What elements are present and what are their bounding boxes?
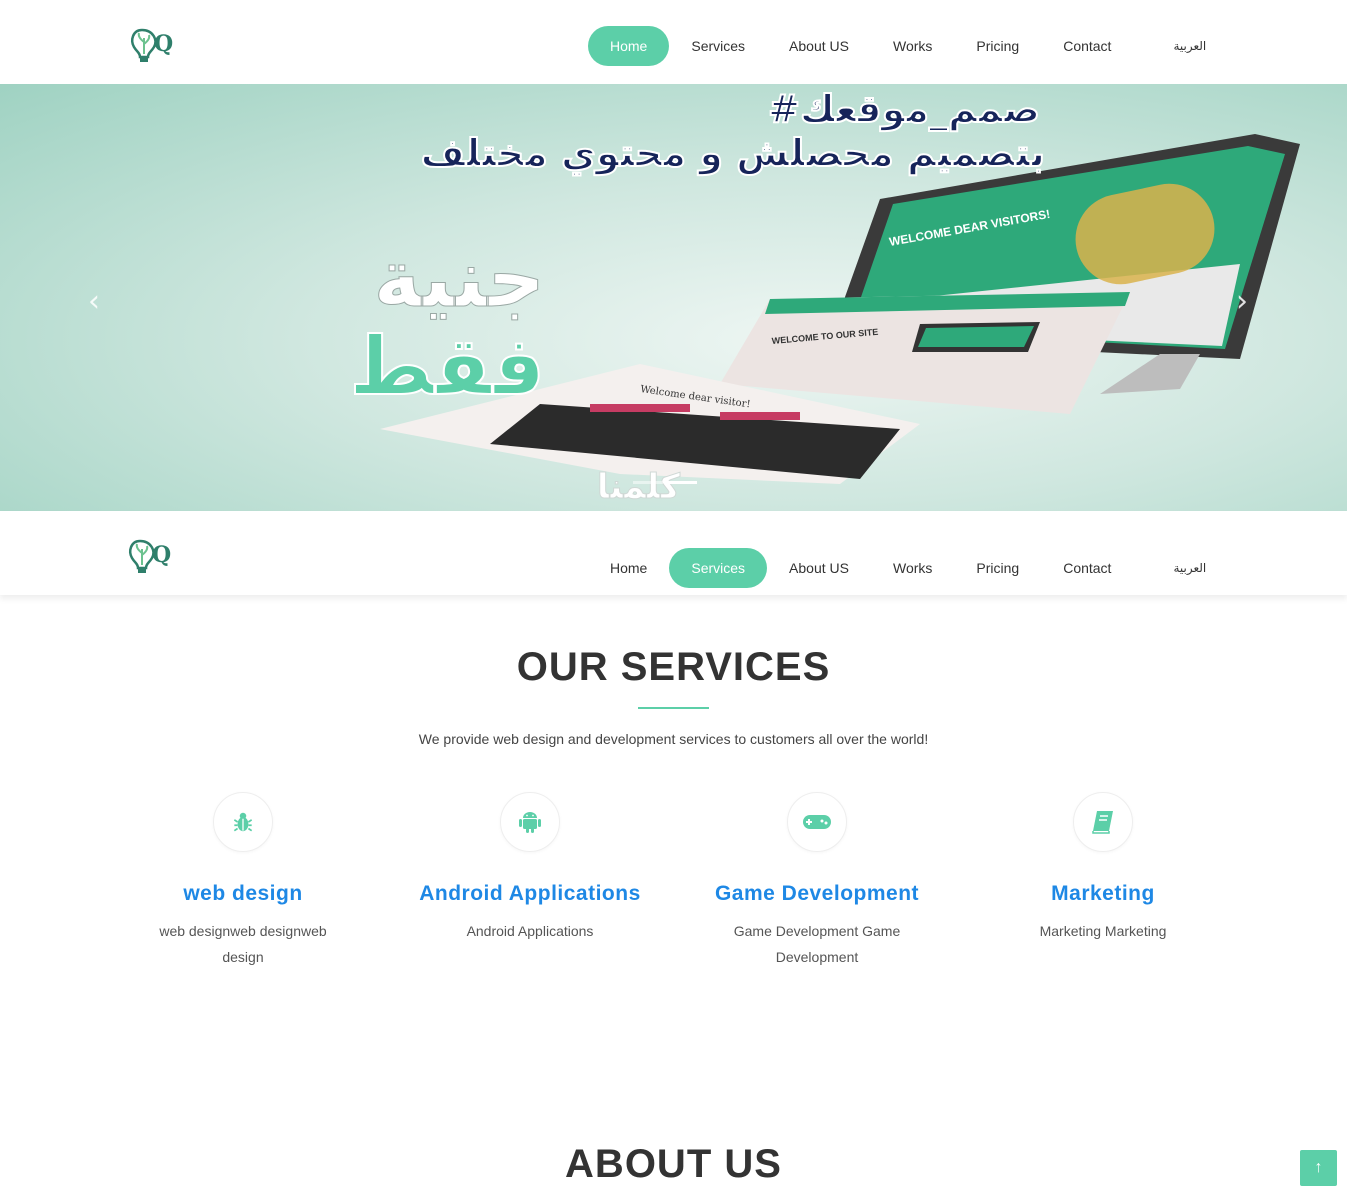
nav-contact[interactable]: Contact: [1041, 26, 1133, 66]
services-subtitle: We provide web design and development se…: [418, 731, 929, 747]
service-desc: Android Applications: [466, 923, 594, 939]
nav-about[interactable]: About US: [767, 26, 871, 66]
nav-home[interactable]: Home: [588, 548, 669, 588]
svg-text:Q: Q: [152, 542, 171, 568]
bug-icon: [213, 792, 273, 852]
carousel-next-icon[interactable]: ›: [1236, 284, 1248, 319]
hero-carousel: WELCOME DEAR VISITORS! WELCOME TO OUR SI…: [0, 84, 1347, 511]
nav-works[interactable]: Works: [871, 26, 954, 66]
nav-home[interactable]: Home: [588, 26, 670, 66]
hero-price-text: جنية: [374, 232, 545, 325]
nav-pricing[interactable]: Pricing: [954, 548, 1041, 588]
carousel-prev-icon[interactable]: ‹: [88, 284, 100, 319]
service-card-android[interactable]: Android Applications Android Application…: [405, 792, 655, 944]
service-card-game-dev[interactable]: Game Development Game Development Game D…: [692, 792, 942, 970]
service-card-web-design[interactable]: web design web designweb designweb desig…: [118, 792, 368, 970]
hero-banner-image: WELCOME DEAR VISITORS! WELCOME TO OUR SI…: [348, 86, 1300, 508]
title-underline: [638, 707, 709, 709]
service-card-marketing[interactable]: Marketing Marketing Marketing: [978, 792, 1228, 944]
svg-text:Q: Q: [154, 31, 173, 57]
hero-headline-1: #صمم_موقعك: [768, 87, 1040, 132]
logo-icon[interactable]: Q: [126, 535, 178, 575]
nav-language-switch[interactable]: العربية: [1173, 39, 1206, 53]
nav-services[interactable]: Services: [669, 548, 768, 588]
service-title: Android Applications: [419, 882, 641, 905]
carousel-indicators: [633, 481, 697, 484]
nav-works[interactable]: Works: [871, 548, 954, 588]
service-title: Marketing: [1051, 882, 1155, 905]
hero-headline-2: بتصميم محصلش و محتوي مختلف: [421, 131, 1045, 176]
back-to-top-button[interactable]: ↑: [1300, 1150, 1337, 1186]
hero-cta-text[interactable]: كلمنا: [596, 467, 680, 508]
gamepad-icon: [787, 792, 847, 852]
top-navbar: Q Home Services About US Works Pricing C…: [0, 0, 1347, 84]
nav-pricing[interactable]: Pricing: [954, 26, 1041, 66]
nav-language-switch[interactable]: العربية: [1173, 561, 1206, 575]
services-title: OUR SERVICES: [516, 645, 831, 689]
carousel-indicator[interactable]: [633, 481, 663, 484]
carousel-indicator-active[interactable]: [667, 481, 697, 484]
sticky-navbar: Q Home Services About US Works Pricing C…: [0, 511, 1347, 595]
nav-contact[interactable]: Contact: [1041, 548, 1133, 588]
service-desc: web designweb designweb design: [159, 923, 327, 965]
nav-about[interactable]: About US: [767, 548, 871, 588]
service-desc: Game Development Game Development: [733, 923, 901, 965]
service-title: Game Development: [714, 882, 920, 905]
service-title: web design: [183, 882, 303, 905]
book-icon: [1073, 792, 1133, 852]
logo-icon[interactable]: Q: [128, 24, 180, 64]
hero-only-text: فقط: [349, 320, 545, 413]
android-icon: [500, 792, 560, 852]
about-title: ABOUT US: [565, 1142, 782, 1186]
nav-services[interactable]: Services: [669, 26, 767, 66]
service-desc: Marketing Marketing: [1039, 923, 1167, 939]
